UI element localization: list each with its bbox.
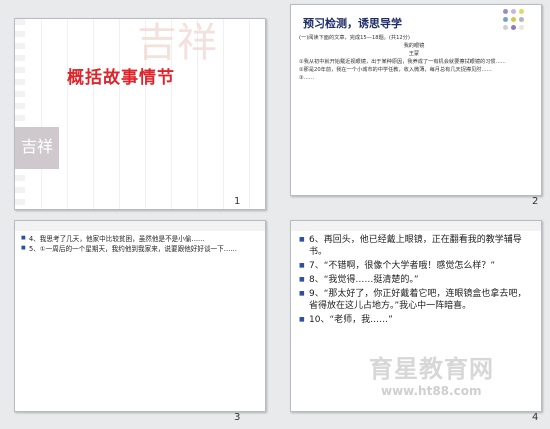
slide-body-text: 6、再回头，他已经戴上眼镜，正在翻看我的教学辅导书。 7、“不错啊，很像个大学者… <box>299 235 531 329</box>
slide-title: 概括故事情节 <box>67 68 175 88</box>
bullet-item: 4、我思考了几天，他家中比较贫困，虽然他是不是小偷…… <box>21 235 257 243</box>
bullet-item: 10、“老师，我……” <box>299 315 531 327</box>
slide-number-2: 2 <box>532 196 539 207</box>
article-author: 王蒙 <box>408 51 420 58</box>
slide-body-text: 4、我思考了几天，他家中比较贫困，虽然他是不是小偷…… 5、①一周后的一个星期天… <box>21 235 257 256</box>
bullet-item: 6、再回头，他已经戴上眼镜，正在翻看我的教学辅导书。 <box>299 235 531 259</box>
header-bar <box>15 221 265 231</box>
slide-thumbnail-4[interactable]: 6、再回头，他已经戴上眼镜，正在翻看我的教学辅导书。 7、“不错啊，很像个大学者… <box>290 220 542 412</box>
site-watermark: 育星教育网 www.ht88.com <box>369 349 539 405</box>
bullet-item: 8、“我觉得……挺清楚的。” <box>299 275 531 287</box>
slide-thumbnail-1[interactable]: 吉祥 概括故事情节 吉祥 <box>14 18 266 210</box>
header-bar <box>291 221 541 231</box>
watermark-url: www.ht88.com <box>381 384 482 398</box>
slide-number-1: 1 <box>234 196 241 207</box>
slide-thumbnail-2[interactable]: 预习检测，诱思导学 (一)阅读下面的文章，完成15—18题。(共12分) 我的眼… <box>290 4 542 196</box>
slide-body-text: (一)阅读下面的文章，完成15—18题。(共12分) 我的眼镜 王蒙 ①我从初中… <box>299 35 529 83</box>
slide-number-3: 3 <box>234 412 241 423</box>
slide-number-4: 4 <box>532 412 539 423</box>
slide-thumbnail-3[interactable]: 4、我思考了几天，他家中比较贫困，虽然他是不是小偷…… 5、①一周后的一个星期天… <box>14 220 266 412</box>
article-title: 我的眼镜 <box>403 43 425 50</box>
paragraph: ③…… <box>299 75 315 82</box>
bullet-item: 9、“那太好了，你正好戴着它吧，连眼镜盒也拿去吧，省得放在这儿占地方。”我心中一… <box>299 289 531 313</box>
paragraph: ①我从初中就开始戴近视眼镜，出于某种原因，我养成了一有机会就要擦拭眼镜的习惯…… <box>299 59 506 66</box>
question-line: (一)阅读下面的文章，完成15—18题。(共12分) <box>299 35 410 41</box>
bullet-item: 7、“不错啊，很像个大学者哦！感觉怎么样？” <box>299 261 531 273</box>
decorative-stripe <box>15 19 25 209</box>
watermark-text: 育星教育网 <box>369 355 494 383</box>
paragraph: ②那是20年前，我在一个小城市的中学任教，收入微薄，每月总有几天捉襟见肘…… <box>299 67 492 74</box>
slide-title: 预习检测，诱思导学 <box>303 17 402 30</box>
seal-watermark-small: 吉祥 <box>15 127 59 169</box>
bullet-item: 5、①一周后的一个星期天，我约他到我家来，说要跟他好好谈一下…… <box>21 245 257 253</box>
